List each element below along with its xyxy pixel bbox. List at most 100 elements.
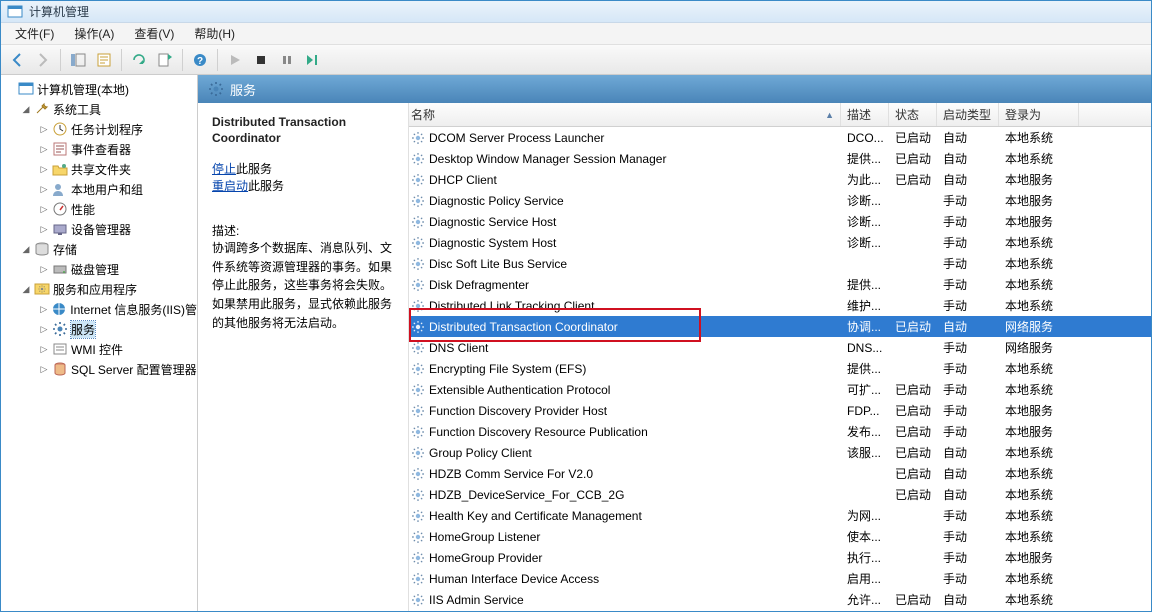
tree-node[interactable]: ▷WMI 控件 <box>1 339 197 359</box>
service-row[interactable]: HomeGroup Listener使本...手动本地系统 <box>409 526 1151 547</box>
service-row[interactable]: DCOM Server Process LauncherDCO...已启动自动本… <box>409 127 1151 148</box>
list-rows[interactable]: DCOM Server Process LauncherDCO...已启动自动本… <box>409 127 1151 611</box>
gear-icon <box>411 362 425 376</box>
navigation-tree[interactable]: 计算机管理(本地)◢系统工具▷任务计划程序▷事件查看器▷共享文件夹▷本地用户和组… <box>1 75 198 611</box>
service-row[interactable]: Diagnostic System Host诊断...手动本地系统 <box>409 232 1151 253</box>
forward-button[interactable] <box>31 48 55 72</box>
tree-node[interactable]: ▷磁盘管理 <box>1 259 197 279</box>
tree-toggle-icon[interactable]: ▷ <box>37 322 51 336</box>
service-row[interactable]: Disc Soft Lite Bus Service手动本地系统 <box>409 253 1151 274</box>
col-header-start[interactable]: 启动类型 <box>937 103 999 126</box>
cell-state: 已启动 <box>889 400 937 421</box>
cell-state <box>889 337 937 358</box>
cell-logon: 本地系统 <box>999 358 1079 379</box>
window-title: 计算机管理 <box>29 3 89 20</box>
menu-item-3[interactable]: 帮助(H) <box>184 23 245 44</box>
cell-state <box>889 190 937 211</box>
cell-logon: 网络服务 <box>999 316 1079 337</box>
stop-service-link[interactable]: 停止 <box>212 162 236 176</box>
service-row[interactable]: Distributed Transaction Coordinator协调...… <box>409 316 1151 337</box>
service-row[interactable]: HDZB Comm Service For V2.0已启动自动本地系统 <box>409 463 1151 484</box>
service-row[interactable]: HomeGroup Provider执行...手动本地服务 <box>409 547 1151 568</box>
back-button[interactable] <box>5 48 29 72</box>
service-row[interactable]: Diagnostic Service Host诊断...手动本地服务 <box>409 211 1151 232</box>
tree-node[interactable]: ▷事件查看器 <box>1 139 197 159</box>
service-row[interactable]: IIS Admin Service允许...已启动自动本地系统 <box>409 589 1151 610</box>
service-row[interactable]: Group Policy Client该服...已启动自动本地系统 <box>409 442 1151 463</box>
menu-item-0[interactable]: 文件(F) <box>5 23 64 44</box>
restart-service-link[interactable]: 重启动 <box>212 179 248 193</box>
cell-logon: 本地服务 <box>999 169 1079 190</box>
cell-state: 已启动 <box>889 463 937 484</box>
col-header-name[interactable]: 名称▲ <box>409 103 841 126</box>
service-row[interactable]: Distributed Link Tracking Client维护...手动本… <box>409 295 1151 316</box>
service-row[interactable]: HDZB_DeviceService_For_CCB_2G已启动自动本地系统 <box>409 484 1151 505</box>
service-row[interactable]: Function Discovery Resource Publication发… <box>409 421 1151 442</box>
help-button[interactable]: ? <box>188 48 212 72</box>
start-service-button[interactable] <box>223 48 247 72</box>
cell-desc <box>841 463 889 484</box>
cell-state <box>889 568 937 589</box>
service-row[interactable]: Disk Defragmenter提供...手动本地系统 <box>409 274 1151 295</box>
cell-desc: 启用... <box>841 568 889 589</box>
tree-toggle-icon[interactable]: ▷ <box>37 202 51 216</box>
service-row[interactable]: DHCP Client为此...已启动自动本地服务 <box>409 169 1151 190</box>
service-row[interactable]: Desktop Window Manager Session Manager提供… <box>409 148 1151 169</box>
tree-node[interactable]: ▷共享文件夹 <box>1 159 197 179</box>
show-hide-tree-button[interactable] <box>66 48 90 72</box>
tree-label: 服务 <box>71 321 95 338</box>
tree-toggle-icon[interactable]: ◢ <box>19 242 33 256</box>
cell-state: 已启动 <box>889 421 937 442</box>
restart-service-button[interactable] <box>301 48 325 72</box>
tree-node[interactable]: ▷本地用户和组 <box>1 179 197 199</box>
tree-toggle-icon[interactable]: ▷ <box>37 162 51 176</box>
service-row[interactable]: Encrypting File System (EFS)提供...手动本地系统 <box>409 358 1151 379</box>
tree-node[interactable]: ▷SQL Server 配置管理器 <box>1 359 197 379</box>
refresh-button[interactable] <box>127 48 151 72</box>
tree-toggle-icon[interactable]: ▷ <box>37 122 51 136</box>
stop-service-button[interactable] <box>249 48 273 72</box>
pause-service-button[interactable] <box>275 48 299 72</box>
tree-node[interactable]: ▷ 服务 <box>1 319 197 339</box>
tree-node[interactable]: ◢服务和应用程序 <box>1 279 197 299</box>
service-name-text: Disk Defragmenter <box>429 278 529 292</box>
properties-button[interactable] <box>92 48 116 72</box>
service-name-text: Diagnostic Policy Service <box>429 194 564 208</box>
tree-toggle-icon[interactable]: ▷ <box>37 142 51 156</box>
tree-node[interactable]: ▷性能 <box>1 199 197 219</box>
service-row[interactable]: Human Interface Device Access启用...手动本地系统 <box>409 568 1151 589</box>
tree-node[interactable]: ▷Internet 信息服务(IIS)管 <box>1 299 197 319</box>
tree-toggle-icon[interactable]: ▷ <box>37 222 51 236</box>
cell-logon: 本地系统 <box>999 505 1079 526</box>
service-name-text: Disc Soft Lite Bus Service <box>429 257 567 271</box>
menu-item-1[interactable]: 操作(A) <box>64 23 124 44</box>
tree-toggle-icon[interactable]: ▷ <box>37 262 51 276</box>
col-header-desc[interactable]: 描述 <box>841 103 889 126</box>
tree-toggle-icon[interactable]: ▷ <box>37 182 51 196</box>
col-header-logon[interactable]: 登录为 <box>999 103 1079 126</box>
service-row[interactable]: Diagnostic Policy Service诊断...手动本地服务 <box>409 190 1151 211</box>
tree-node[interactable]: 计算机管理(本地) <box>1 79 197 99</box>
cell-state <box>889 547 937 568</box>
menu-item-2[interactable]: 查看(V) <box>124 23 184 44</box>
export-button[interactable] <box>153 48 177 72</box>
service-row[interactable]: Health Key and Certificate Management为网.… <box>409 505 1151 526</box>
tree-icon <box>51 301 67 317</box>
tree-toggle-icon[interactable]: ◢ <box>19 102 33 116</box>
cell-start: 自动 <box>937 484 999 505</box>
tree-toggle-icon[interactable]: ◢ <box>19 282 33 296</box>
tree-toggle-icon[interactable]: ▷ <box>37 342 51 356</box>
cell-desc: 诊断... <box>841 211 889 232</box>
cell-logon: 本地服务 <box>999 211 1079 232</box>
tree-node[interactable]: ◢存储 <box>1 239 197 259</box>
col-header-state[interactable]: 状态 <box>889 103 937 126</box>
service-row[interactable]: DNS ClientDNS...手动网络服务 <box>409 337 1151 358</box>
tree-toggle-icon[interactable]: ▷ <box>37 362 51 376</box>
tree-node[interactable]: ◢系统工具 <box>1 99 197 119</box>
tree-node[interactable]: ▷设备管理器 <box>1 219 197 239</box>
service-row[interactable]: Extensible Authentication Protocol可扩...已… <box>409 379 1151 400</box>
cell-logon: 本地系统 <box>999 127 1079 148</box>
tree-node[interactable]: ▷任务计划程序 <box>1 119 197 139</box>
service-row[interactable]: Function Discovery Provider HostFDP...已启… <box>409 400 1151 421</box>
tree-toggle-icon[interactable]: ▷ <box>37 302 50 316</box>
